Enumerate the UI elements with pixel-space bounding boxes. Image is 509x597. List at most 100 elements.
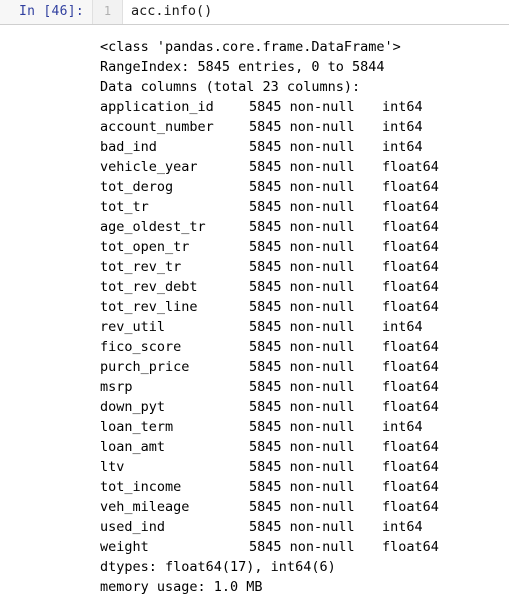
column-info-row: account_number 5845 non-null int64 [100, 117, 509, 137]
column-non-null-count: 5845 non-null [249, 219, 355, 235]
column-info-row: rev_util 5845 non-null int64 [100, 317, 509, 337]
column-non-null-count: 5845 non-null [249, 539, 355, 555]
column-name: tot_open_tr [100, 239, 190, 255]
column-dtype: int64 [382, 519, 423, 535]
column-name: loan_amt [100, 439, 166, 455]
column-name: weight [100, 539, 149, 555]
column-dtype: float64 [382, 359, 439, 375]
column-non-null-count: 5845 non-null [249, 419, 355, 435]
column-name: account_number [100, 119, 214, 135]
column-dtype: float64 [382, 339, 439, 355]
column-info-row: down_pyt 5845 non-null float64 [100, 397, 509, 417]
data-columns-header-line: Data columns (total 23 columns): [100, 79, 361, 95]
input-prompt-label: In [46]: [18, 4, 84, 19]
column-non-null-count: 5845 non-null [249, 399, 355, 415]
column-dtype: int64 [382, 139, 423, 155]
column-dtype: float64 [382, 159, 439, 175]
column-info-row: tot_rev_line 5845 non-null float64 [100, 297, 509, 317]
column-non-null-count: 5845 non-null [249, 279, 355, 295]
column-non-null-count: 5845 non-null [249, 199, 355, 215]
column-dtype: float64 [382, 539, 439, 555]
column-non-null-count: 5845 non-null [249, 439, 355, 455]
column-name: down_pyt [100, 399, 166, 415]
column-name: msrp [100, 379, 133, 395]
dataframe-class-line: <class 'pandas.core.frame.DataFrame'> [100, 39, 401, 55]
dtypes-summary-line: dtypes: float64(17), int64(6) [100, 559, 336, 575]
column-name: tot_rev_tr [100, 259, 182, 275]
column-dtype: float64 [382, 199, 439, 215]
column-info-row: used_ind 5845 non-null int64 [100, 517, 509, 537]
column-non-null-count: 5845 non-null [249, 379, 355, 395]
column-info-row: age_oldest_tr 5845 non-null float64 [100, 217, 509, 237]
column-dtype: int64 [382, 119, 423, 135]
code-input-area[interactable]: acc.info() [123, 0, 509, 24]
column-info-row: vehicle_year 5845 non-null float64 [100, 157, 509, 177]
column-info-row: tot_derog 5845 non-null float64 [100, 177, 509, 197]
column-non-null-count: 5845 non-null [249, 359, 355, 375]
code-editor[interactable]: 1 acc.info() [92, 0, 509, 24]
column-name: rev_util [100, 319, 166, 335]
column-non-null-count: 5845 non-null [249, 459, 355, 475]
column-dtype: float64 [382, 239, 439, 255]
column-name: vehicle_year [100, 159, 198, 175]
column-info-row: tot_open_tr 5845 non-null float64 [100, 237, 509, 257]
column-dtype: float64 [382, 439, 439, 455]
column-info-row: veh_mileage 5845 non-null float64 [100, 497, 509, 517]
column-name: purch_price [100, 359, 190, 375]
range-index-line: RangeIndex: 5845 entries, 0 to 5844 [100, 59, 385, 75]
column-name: tot_tr [100, 199, 149, 215]
column-info-row: tot_rev_tr 5845 non-null float64 [100, 257, 509, 277]
column-name: ltv [100, 459, 125, 475]
column-non-null-count: 5845 non-null [249, 179, 355, 195]
column-info-row: tot_rev_debt 5845 non-null float64 [100, 277, 509, 297]
column-non-null-count: 5845 non-null [249, 259, 355, 275]
column-info-row: fico_score 5845 non-null float64 [100, 337, 509, 357]
column-non-null-count: 5845 non-null [249, 499, 355, 515]
column-non-null-count: 5845 non-null [249, 479, 355, 495]
column-info-row: weight 5845 non-null float64 [100, 537, 509, 557]
column-name: tot_rev_debt [100, 279, 198, 295]
column-info-row: msrp 5845 non-null float64 [100, 377, 509, 397]
column-dtype: float64 [382, 379, 439, 395]
column-non-null-count: 5845 non-null [249, 119, 355, 135]
column-dtype: float64 [382, 459, 439, 475]
column-dtype: float64 [382, 259, 439, 275]
column-info-row: tot_income 5845 non-null float64 [100, 477, 509, 497]
column-name: veh_mileage [100, 499, 190, 515]
notebook-input-cell[interactable]: In [46]: 1 acc.info() [0, 0, 509, 25]
column-non-null-count: 5845 non-null [249, 299, 355, 315]
column-info-row: purch_price 5845 non-null float64 [100, 357, 509, 377]
column-name: used_ind [100, 519, 166, 535]
column-name: age_oldest_tr [100, 219, 206, 235]
column-info-row: loan_amt 5845 non-null float64 [100, 437, 509, 457]
column-info-row: bad_ind 5845 non-null int64 [100, 137, 509, 157]
column-info-row: tot_tr 5845 non-null float64 [100, 197, 509, 217]
column-dtype: int64 [382, 419, 423, 435]
column-dtype: float64 [382, 499, 439, 515]
column-non-null-count: 5845 non-null [249, 339, 355, 355]
column-name: application_id [100, 99, 214, 115]
column-name: loan_term [100, 419, 174, 435]
column-non-null-count: 5845 non-null [249, 139, 355, 155]
column-dtype: float64 [382, 219, 439, 235]
column-info-row: ltv 5845 non-null float64 [100, 457, 509, 477]
memory-usage-line: memory usage: 1.0 MB [100, 579, 263, 595]
column-info-row: application_id 5845 non-null int64 [100, 97, 509, 117]
column-dtype: float64 [382, 179, 439, 195]
column-info-row: loan_term 5845 non-null int64 [100, 417, 509, 437]
column-name: tot_derog [100, 179, 174, 195]
column-name: tot_income [100, 479, 182, 495]
column-dtype: float64 [382, 279, 439, 295]
column-non-null-count: 5845 non-null [249, 99, 355, 115]
column-dtype: int64 [382, 319, 423, 335]
notebook-output-cell: <class 'pandas.core.frame.DataFrame'> Ra… [0, 25, 509, 597]
column-dtype: float64 [382, 399, 439, 415]
code-line-1: acc.info() [131, 3, 213, 19]
dataframe-info-output: <class 'pandas.core.frame.DataFrame'> Ra… [92, 25, 509, 597]
column-non-null-count: 5845 non-null [249, 319, 355, 335]
column-name: fico_score [100, 339, 182, 355]
column-non-null-count: 5845 non-null [249, 159, 355, 175]
column-dtype: float64 [382, 479, 439, 495]
column-dtype: float64 [382, 299, 439, 315]
column-dtype: int64 [382, 99, 423, 115]
